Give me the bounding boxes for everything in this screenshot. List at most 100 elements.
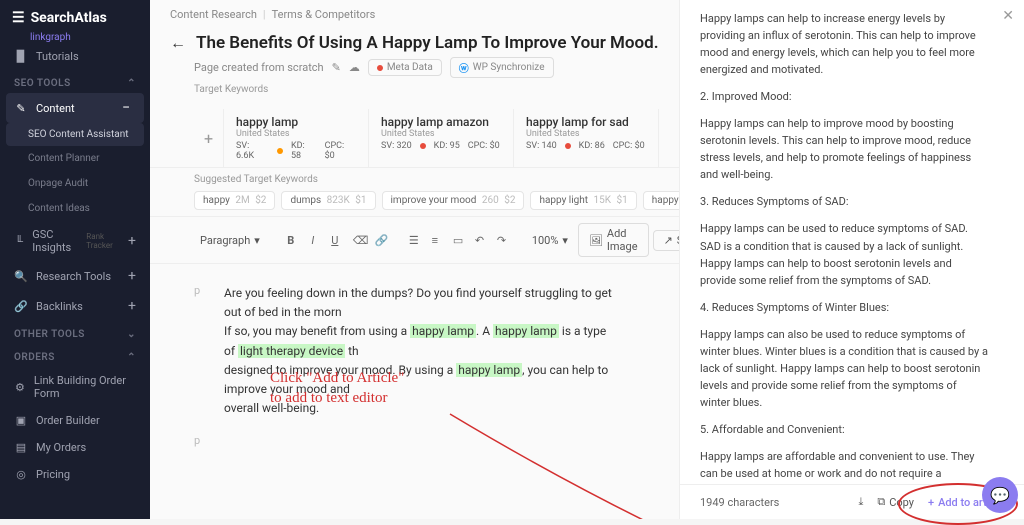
logo-sub: linkgraph (0, 32, 150, 43)
chevron-up-icon[interactable]: ⌃ (127, 352, 136, 363)
orders-icon: ▤ (14, 441, 28, 454)
keyword-name: happy lamp amazon (381, 115, 501, 129)
edit-icon[interactable]: ✎ (332, 61, 341, 74)
sidebar-label: Backlinks (36, 300, 83, 313)
chip[interactable]: dumps 823K $1 (281, 191, 375, 210)
sidebar: ☰ SearchAtlas linkgraph ▉ Tutorials SEO … (0, 0, 150, 519)
keyword-loc: United States (381, 129, 501, 139)
sidebar-item-gsc[interactable]: ╙ GSC Insights Rank Tracker + (0, 221, 150, 261)
clear-button[interactable]: ⌫ (348, 231, 366, 250)
ai-panel: ✕ Happy lamps can help to increase energ… (679, 0, 1024, 519)
link-icon: 🔗 (14, 300, 28, 313)
sidebar-item-tutorials[interactable]: ▉ Tutorials (0, 43, 150, 70)
page-header: ← The Benefits Of Using A Happy Lamp To … (150, 29, 679, 103)
keyword-card[interactable]: happy lamp amazon United States SV: 320K… (369, 109, 514, 167)
link-button[interactable]: 🔗 (370, 231, 388, 250)
chat-fab[interactable]: 💬 (982, 477, 1018, 513)
editor-toolbar: Paragraph ▾ B I U ⌫ 🔗 ☰ ≡ ▭ ↶ ↷ 100% ▾ 🖼… (150, 216, 679, 264)
paragraph-select[interactable]: Paragraph ▾ (194, 232, 266, 249)
target-keywords-label: Target Keywords (170, 84, 659, 95)
keyword-loc: United States (526, 129, 646, 139)
underline-button[interactable]: U (326, 231, 344, 250)
sidebar-label: Content (36, 102, 75, 115)
keyword-name: happy lamp (236, 115, 356, 129)
keyword-name: happy lamp for sad (526, 115, 646, 129)
add-keyword-button[interactable]: + (194, 109, 224, 167)
char-count: 1949 characters (700, 496, 844, 509)
plus-icon: + (128, 298, 136, 314)
bold-button[interactable]: B (282, 231, 300, 250)
outdent-button[interactable]: ▭ (448, 231, 466, 250)
annotation: Click "Add to Article" to add to text ed… (270, 369, 404, 408)
nav-header-other: OTHER TOOLS ⌄ (0, 321, 150, 344)
sidebar-item-link-building[interactable]: ⚙Link Building Order Form (0, 367, 150, 407)
pricing-icon: ◎ (14, 468, 28, 481)
sidebar-sub-ideas[interactable]: Content Ideas (0, 196, 150, 221)
builder-icon: ▣ (14, 414, 28, 427)
panel-paragraph: Happy lamps are affordable and convenien… (700, 448, 988, 484)
keyword-card[interactable]: happy lamp United States SV: 6.6KKD: 58C… (224, 109, 369, 167)
page-title: The Benefits Of Using A Happy Lamp To Im… (196, 33, 659, 53)
close-icon[interactable]: ✕ (1002, 8, 1014, 24)
list-button[interactable]: ☰ (404, 231, 422, 250)
chevron-up-icon[interactable]: ⌃ (127, 78, 136, 89)
suggested-chips: happy 2M $2 dumps 823K $1 improve your m… (150, 191, 679, 216)
chip[interactable]: improve your mood 260 $2 (382, 191, 525, 210)
link-icon: ⚙ (14, 381, 26, 394)
sidebar-item-research[interactable]: 🔍 Research Tools + (0, 261, 150, 291)
wp-sync-button[interactable]: ⓦWP Synchronize (450, 57, 554, 78)
panel-paragraph: 5. Affordable and Convenient: (700, 421, 988, 438)
subtitle: Page created from scratch (194, 61, 324, 74)
italic-button[interactable]: I (304, 231, 322, 250)
minus-icon: − (122, 100, 130, 116)
sidebar-label: Research Tools (36, 270, 111, 283)
panel-body[interactable]: Happy lamps can help to increase energy … (680, 0, 1024, 484)
nav-header-seo: SEO TOOLS ⌃ (0, 70, 150, 93)
target-keywords-row: + happy lamp United States SV: 6.6KKD: 5… (150, 103, 679, 168)
chip[interactable]: happy 2M $2 (194, 191, 275, 210)
panel-paragraph: Happy lamps can help to improve mood by … (700, 115, 988, 183)
chart-icon: ╙ (14, 235, 24, 248)
copy-button[interactable]: ⧉ Copy (877, 495, 914, 509)
tag: Rank Tracker (86, 232, 120, 250)
chip[interactable]: happy light 15K $1 (530, 191, 636, 210)
para-marker: p (194, 284, 204, 418)
paragraph[interactable] (224, 434, 619, 447)
sidebar-sub-seo-content[interactable]: SEO Content Assistant (6, 123, 144, 146)
undo-button[interactable]: ↶ (470, 231, 488, 250)
panel-footer: 1949 characters ⤓ ⧉ Copy + Add to articl… (680, 484, 1024, 519)
meta-data-button[interactable]: Meta Data (368, 59, 442, 76)
chip[interactable]: happy light amazon 2K $1 (643, 191, 679, 210)
sidebar-item-pricing[interactable]: ◎Pricing (0, 461, 150, 488)
sidebar-sub-planner[interactable]: Content Planner (0, 146, 150, 171)
zoom-select[interactable]: 100% ▾ (526, 232, 574, 249)
logo[interactable]: ☰ SearchAtlas (0, 0, 150, 36)
indent-button[interactable]: ≡ (426, 231, 444, 250)
cloud-icon[interactable]: ☁ (349, 61, 360, 74)
menu-icon: ☰ (12, 10, 25, 26)
search-icon: 🔍 (14, 270, 28, 283)
add-image-button[interactable]: 🖼 Add Image (578, 223, 649, 257)
pencil-icon: ✎ (14, 102, 28, 115)
crumb-terms[interactable]: Terms & Competitors (272, 8, 376, 21)
download-button[interactable]: ⤓ (858, 495, 863, 509)
sidebar-sub-onpage[interactable]: Onpage Audit (0, 171, 150, 196)
editor[interactable]: p Are you feeling down in the dumps? Do … (150, 264, 679, 519)
book-icon: ▉ (14, 50, 28, 63)
panel-paragraph: Happy lamps can help to increase energy … (700, 10, 988, 78)
keyword-loc: United States (236, 129, 356, 139)
sidebar-item-backlinks[interactable]: 🔗 Backlinks + (0, 291, 150, 321)
keyword-card[interactable]: happy lamp for sad United States SV: 140… (514, 109, 659, 167)
crumb-content-research[interactable]: Content Research (170, 8, 257, 21)
main: Content Research | Terms & Competitors ←… (150, 0, 679, 519)
panel-paragraph: Happy lamps can be used to reduce sympto… (700, 220, 988, 288)
sidebar-item-order-builder[interactable]: ▣Order Builder (0, 407, 150, 434)
sidebar-item-content[interactable]: ✎ Content − (6, 93, 144, 123)
nav-header-orders: ORDERS ⌃ (0, 344, 150, 367)
redo-button[interactable]: ↷ (492, 231, 510, 250)
sidebar-label: GSC Insights (32, 228, 78, 254)
back-icon[interactable]: ← (170, 33, 186, 53)
panel-paragraph: 3. Reduces Symptoms of SAD: (700, 193, 988, 210)
sidebar-item-my-orders[interactable]: ▤My Orders (0, 434, 150, 461)
chevron-down-icon[interactable]: ⌄ (127, 329, 136, 340)
